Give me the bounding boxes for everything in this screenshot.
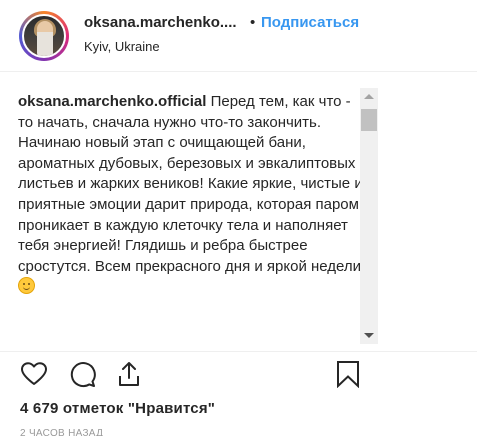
caption-area: oksana.marchenko.official Перед тем, как… — [18, 92, 364, 350]
scroll-up-arrow-icon[interactable] — [360, 88, 378, 105]
caption: oksana.marchenko.official Перед тем, как… — [18, 92, 364, 298]
avatar-figure — [37, 21, 53, 56]
scrollbar-thumb[interactable] — [361, 109, 377, 131]
avatar-story-ring[interactable] — [19, 11, 69, 61]
username-link[interactable]: oksana.marchenko.... — [84, 14, 237, 31]
smiling-face-emoji-icon — [18, 277, 35, 295]
location-link[interactable]: Kyiv, Ukraine — [84, 39, 160, 54]
divider — [0, 351, 477, 352]
likes-count[interactable]: 4 679 отметок "Нравится" — [20, 400, 215, 417]
save-button[interactable] — [334, 360, 362, 388]
avatar[interactable] — [22, 14, 66, 58]
follow-button[interactable]: Подписаться — [261, 14, 359, 31]
post-header: oksana.marchenko.... • Подписаться Kyiv,… — [0, 0, 477, 72]
caption-author-link[interactable]: oksana.marchenko.official — [18, 93, 206, 110]
share-button[interactable] — [115, 360, 143, 388]
caption-scrollbar[interactable] — [360, 88, 378, 344]
like-button[interactable] — [20, 360, 48, 388]
heart-icon — [21, 362, 47, 385]
post-timestamp[interactable]: 2 часов назад — [20, 428, 103, 436]
scroll-down-arrow-icon[interactable] — [360, 327, 378, 344]
bookmark-icon — [337, 361, 359, 388]
caption-text: Перед тем, как что - то начать, сначала … — [18, 93, 363, 275]
separator-dot: • — [250, 14, 256, 31]
comment-button[interactable] — [68, 360, 96, 388]
share-icon — [119, 362, 139, 386]
comment-icon — [70, 362, 96, 388]
